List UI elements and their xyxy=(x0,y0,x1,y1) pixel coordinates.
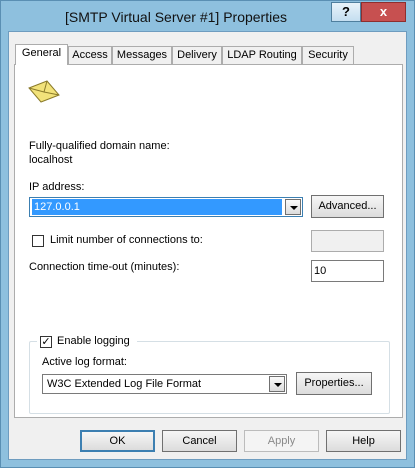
tab-general[interactable]: General xyxy=(15,44,68,65)
general-tab-panel: Fully-qualified domain name: localhost I… xyxy=(14,64,403,418)
log-format-select[interactable]: W3C Extended Log File Format xyxy=(42,374,287,394)
chevron-down-icon[interactable] xyxy=(285,199,301,215)
fqdn-value: localhost xyxy=(29,154,73,166)
title-help-button[interactable]: ? xyxy=(331,2,361,22)
limit-connections-label: Limit number of connections to: xyxy=(50,234,203,246)
timeout-field[interactable]: 10 xyxy=(311,260,384,282)
limit-connections-field[interactable] xyxy=(311,230,384,252)
window-title: [SMTP Virtual Server #1] Properties xyxy=(64,9,288,25)
enable-logging-checkbox[interactable]: ✓ xyxy=(40,336,52,348)
ip-address-label: IP address: xyxy=(29,181,85,193)
tab-access[interactable]: Access xyxy=(68,46,112,64)
ip-address-value: 127.0.0.1 xyxy=(32,199,282,215)
smtp-envelope-icon xyxy=(28,80,60,103)
ip-address-select[interactable]: 127.0.0.1 xyxy=(29,197,303,217)
tab-ldap-routing[interactable]: LDAP Routing xyxy=(222,46,302,64)
tab-delivery[interactable]: Delivery xyxy=(172,46,222,64)
properties-window: [SMTP Virtual Server #1] Properties ? x … xyxy=(0,0,415,468)
logging-header: ✓ Enable logging xyxy=(37,335,137,349)
tab-security[interactable]: Security xyxy=(302,46,354,64)
ok-button[interactable]: OK xyxy=(80,430,155,452)
help-button[interactable]: Help xyxy=(326,430,401,452)
apply-button[interactable]: Apply xyxy=(244,430,319,452)
title-close-button[interactable]: x xyxy=(361,2,406,22)
advanced-button[interactable]: Advanced... xyxy=(311,195,384,218)
limit-connections-checkbox[interactable] xyxy=(32,235,44,247)
log-format-value: W3C Extended Log File Format xyxy=(47,378,202,390)
title-bar[interactable]: [SMTP Virtual Server #1] Properties ? x xyxy=(1,1,414,31)
timeout-label: Connection time-out (minutes): xyxy=(29,261,180,273)
chevron-down-icon[interactable] xyxy=(269,376,285,392)
tab-messages[interactable]: Messages xyxy=(112,46,172,64)
cancel-button[interactable]: Cancel xyxy=(162,430,237,452)
log-format-label: Active log format: xyxy=(42,356,127,368)
log-properties-button[interactable]: Properties... xyxy=(296,372,372,395)
fqdn-label: Fully-qualified domain name: xyxy=(29,140,170,152)
dialog-client-area: General Access Messages Delivery LDAP Ro… xyxy=(8,31,407,460)
enable-logging-label: Enable logging xyxy=(57,335,130,347)
